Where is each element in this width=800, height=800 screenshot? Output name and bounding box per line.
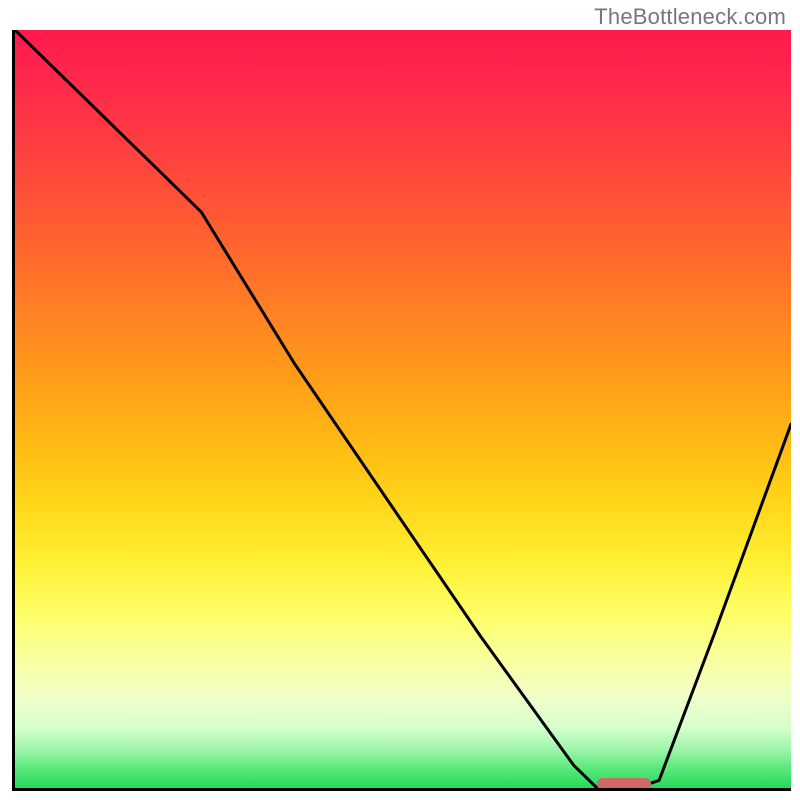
curve-svg	[15, 30, 791, 788]
watermark-text: TheBottleneck.com	[594, 4, 786, 30]
optimal-range-marker	[597, 778, 651, 790]
bottleneck-curve-path	[15, 30, 791, 788]
plot-area	[12, 30, 791, 791]
bottleneck-chart: TheBottleneck.com	[0, 0, 800, 800]
